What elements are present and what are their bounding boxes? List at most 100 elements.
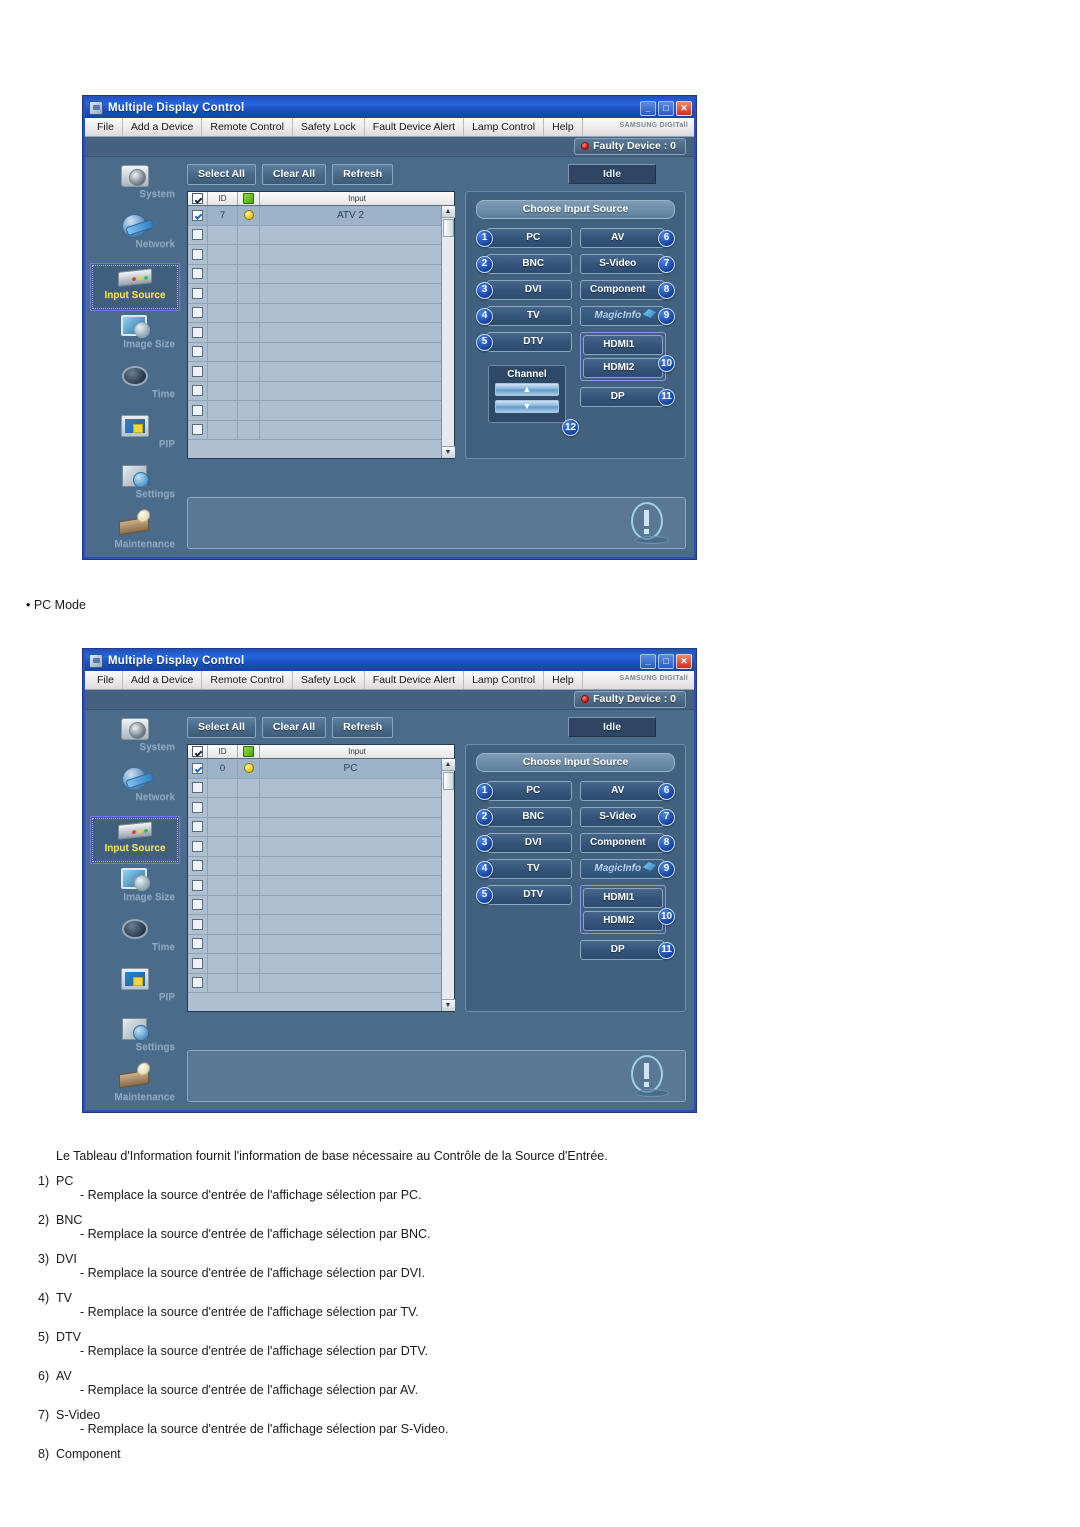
table-row[interactable] [188,876,441,896]
sidebar-item-pip[interactable]: PIP [85,966,185,1014]
source-button-dtv[interactable]: DTV [487,885,572,905]
scroll-down-arrow-icon[interactable]: ▼ [441,446,455,458]
table-row[interactable] [188,284,441,304]
source-button-hdmi1[interactable]: HDMI1 [582,335,663,355]
menu-item-file[interactable]: File [89,671,123,689]
row-checkbox-cell[interactable] [188,342,208,361]
row-checkbox-cell[interactable] [188,362,208,381]
channel-up-button[interactable]: ▲ [495,383,559,396]
refresh-button[interactable]: Refresh [332,716,394,738]
row-checkbox[interactable] [192,821,203,833]
row-checkbox[interactable] [192,918,203,930]
table-header-id[interactable]: ID [208,745,238,758]
select-all-button[interactable]: Select All [187,163,256,185]
sidebar-item-image-size[interactable]: Image Size [85,313,185,361]
clear-all-button[interactable]: Clear All [261,163,327,185]
table-row[interactable] [188,934,441,954]
row-checkbox[interactable] [192,879,203,891]
menu-item-fault-device-alert[interactable]: Fault Device Alert [365,118,465,136]
scroll-up-arrow-icon[interactable]: ▲ [441,759,455,771]
sidebar-item-system[interactable]: System [85,716,185,764]
source-button-s-video[interactable]: S-Video [579,254,664,274]
source-button-magicinfo[interactable]: MagicInfo [579,306,664,326]
source-button-pc[interactable]: PC [487,228,572,248]
menu-item-lamp-control[interactable]: Lamp Control [464,118,545,136]
table-header-id[interactable]: ID [208,192,238,205]
row-checkbox[interactable] [192,346,203,358]
row-checkbox-cell[interactable] [188,895,208,914]
table-header-status[interactable] [238,745,260,758]
row-checkbox-cell[interactable] [188,817,208,836]
table-row[interactable] [188,225,441,245]
table-row[interactable] [188,954,441,974]
source-button-magicinfo[interactable]: MagicInfo [579,859,664,879]
table-row[interactable] [188,264,441,284]
table-header-input[interactable]: Input [260,745,454,758]
menu-item-safety-lock[interactable]: Safety Lock [293,671,365,689]
row-checkbox[interactable] [192,840,203,852]
table-row[interactable] [188,915,441,935]
source-button-component[interactable]: Component [579,833,664,853]
source-button-tv[interactable]: TV [487,306,572,326]
table-row[interactable] [188,895,441,915]
menu-item-add-a-device[interactable]: Add a Device [123,671,203,689]
row-checkbox-cell[interactable] [188,245,208,264]
scroll-thumb[interactable] [442,219,454,237]
menu-item-file[interactable]: File [89,118,123,136]
maximize-button[interactable]: □ [658,100,674,116]
close-button[interactable]: ✕ [676,653,692,669]
row-checkbox-cell[interactable] [188,401,208,420]
row-checkbox[interactable] [192,268,203,280]
scroll-thumb[interactable] [442,772,454,790]
table-row[interactable] [188,323,441,343]
sidebar-item-image-size[interactable]: Image Size [85,866,185,914]
table-row[interactable] [188,420,441,440]
menu-item-help[interactable]: Help [544,671,583,689]
row-checkbox[interactable] [192,307,203,319]
menu-item-remote-control[interactable]: Remote Control [202,671,293,689]
select-all-button[interactable]: Select All [187,716,256,738]
table-row[interactable] [188,798,441,818]
table-row[interactable]: 0 PC [188,759,441,779]
sidebar-item-settings[interactable]: Settings [85,463,185,511]
row-checkbox-cell[interactable] [188,381,208,400]
table-scrollbar[interactable]: ▲ ▼ [441,206,455,458]
menu-item-add-a-device[interactable]: Add a Device [123,118,203,136]
source-button-bnc[interactable]: BNC [487,254,572,274]
sidebar-item-settings[interactable]: Settings [85,1016,185,1064]
row-checkbox[interactable] [192,899,203,911]
table-row[interactable]: 7 ATV 2 [188,206,441,226]
table-header-check[interactable] [188,745,208,758]
table-row[interactable] [188,381,441,401]
source-button-av[interactable]: AV [579,781,664,801]
sidebar-item-input-source[interactable]: Input Source [90,816,180,864]
source-button-component[interactable]: Component [579,280,664,300]
source-button-pc[interactable]: PC [487,781,572,801]
sidebar-item-system[interactable]: System [85,163,185,211]
row-checkbox-cell[interactable] [188,876,208,895]
sidebar-item-time[interactable]: Time [85,916,185,964]
row-checkbox[interactable] [192,938,203,950]
table-row[interactable] [188,837,441,857]
table-row[interactable] [188,778,441,798]
row-checkbox-cell[interactable] [188,778,208,797]
row-checkbox[interactable] [192,209,203,221]
menu-item-help[interactable]: Help [544,118,583,136]
sidebar-item-network[interactable]: Network [85,766,185,814]
source-button-hdmi1[interactable]: HDMI1 [582,888,663,908]
source-button-dtv[interactable]: DTV [487,332,572,352]
sidebar-item-pip[interactable]: PIP [85,413,185,461]
row-checkbox[interactable] [192,801,203,813]
table-row[interactable] [188,401,441,421]
table-row[interactable] [188,342,441,362]
sidebar-item-network[interactable]: Network [85,213,185,261]
row-checkbox-cell[interactable] [188,206,208,225]
row-checkbox[interactable] [192,424,203,436]
menu-item-fault-device-alert[interactable]: Fault Device Alert [365,671,465,689]
sidebar-item-time[interactable]: Time [85,363,185,411]
minimize-button[interactable]: _ [640,100,656,116]
menu-item-safety-lock[interactable]: Safety Lock [293,118,365,136]
menu-item-remote-control[interactable]: Remote Control [202,118,293,136]
source-button-hdmi2[interactable]: HDMI2 [582,911,663,931]
channel-down-button[interactable]: ▼ [495,400,559,413]
